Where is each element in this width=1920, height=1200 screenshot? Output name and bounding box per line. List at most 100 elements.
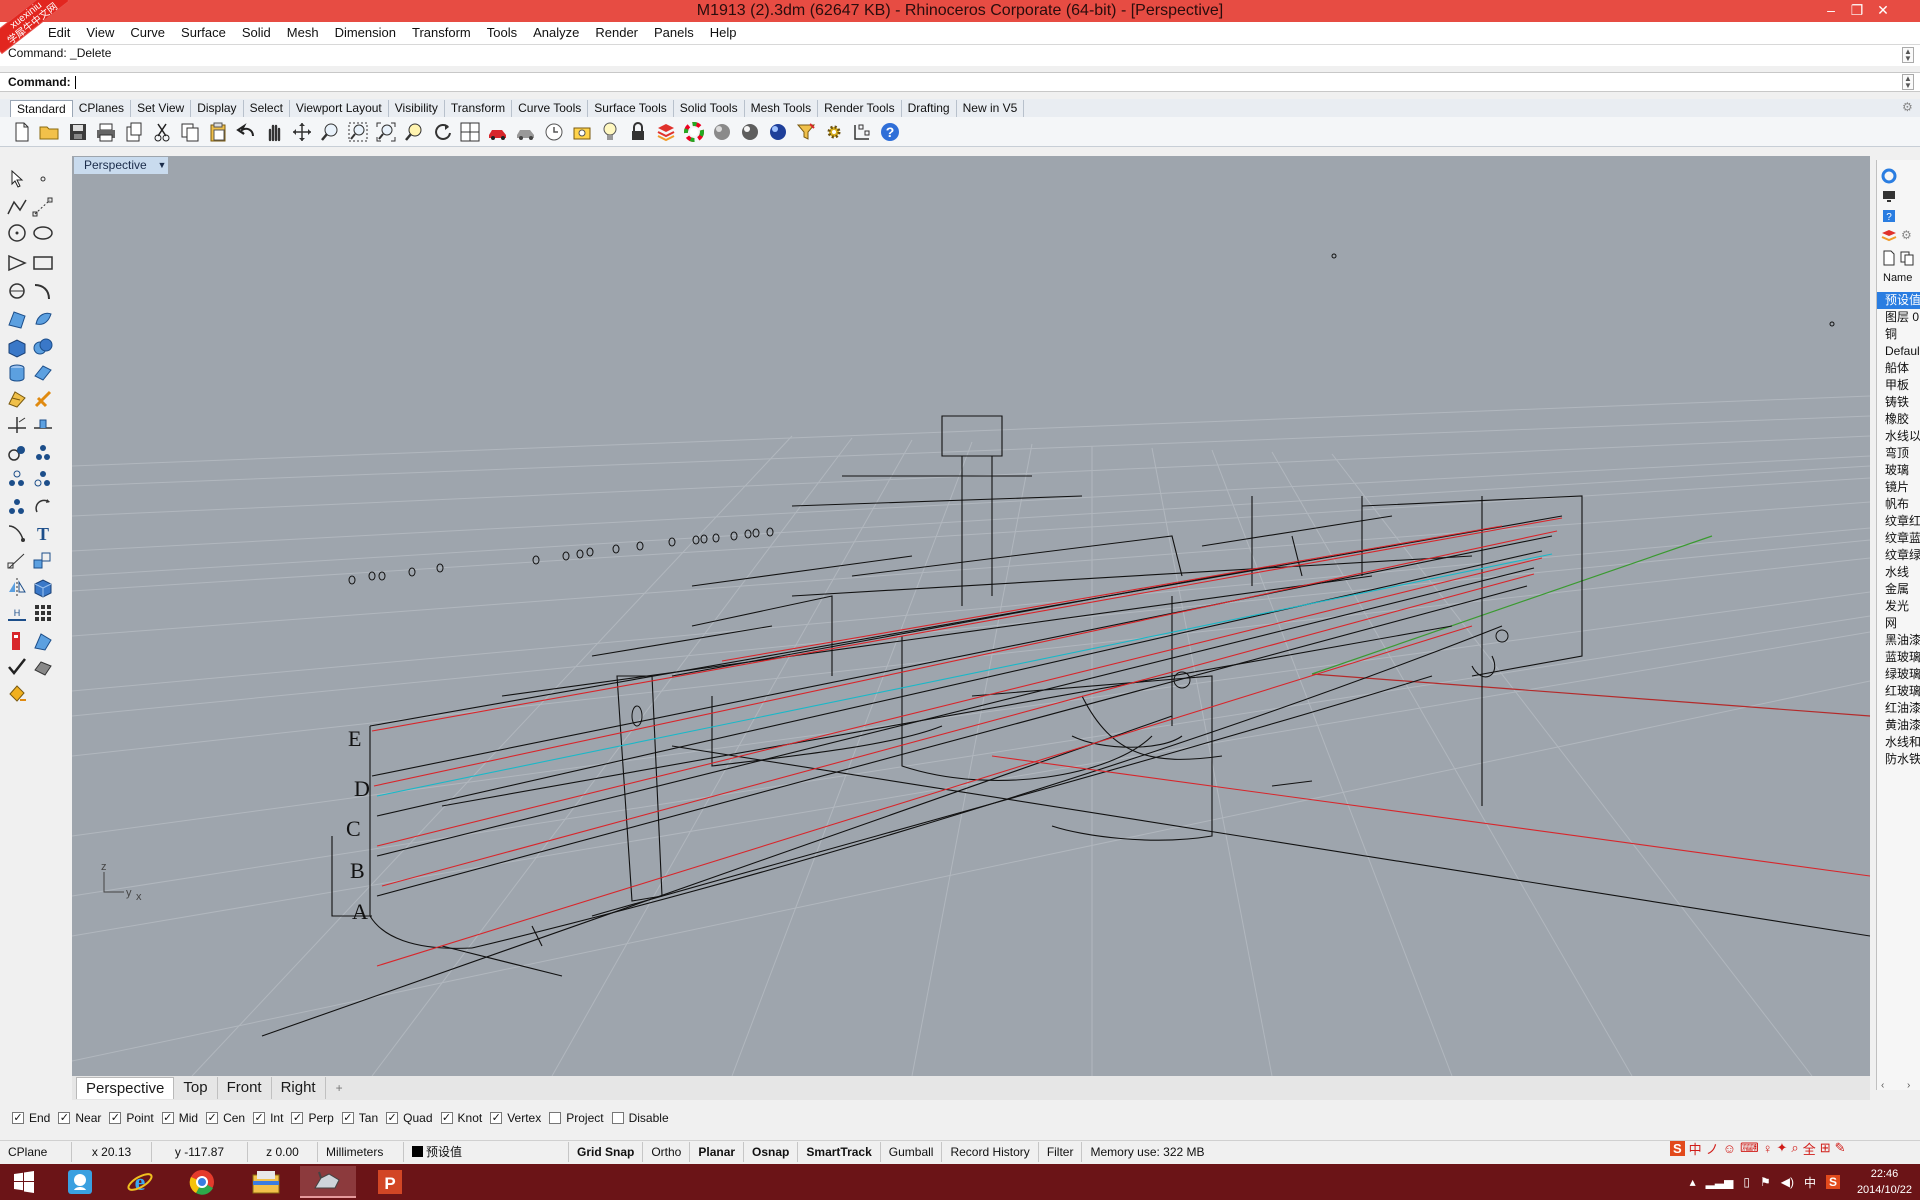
lock-icon[interactable]: [626, 120, 650, 144]
open-icon[interactable]: [38, 120, 62, 144]
layer-item[interactable]: 纹章蓝: [1877, 530, 1920, 547]
layer-item[interactable]: 船体: [1877, 360, 1920, 377]
layer-item[interactable]: 甲板: [1877, 377, 1920, 394]
checkbox[interactable]: ✓: [341, 1112, 354, 1124]
tab-mesh-tools[interactable]: Mesh Tools: [745, 100, 819, 117]
surface-edge-icon[interactable]: [32, 308, 54, 330]
layer-item[interactable]: 红玻璃: [1877, 683, 1920, 700]
hatch-icon[interactable]: H: [6, 602, 28, 624]
smarttrack-toggle[interactable]: SmartTrack: [798, 1141, 881, 1162]
arc-icon[interactable]: [32, 280, 54, 302]
car-icon[interactable]: [486, 120, 510, 144]
tab-solid-tools[interactable]: Solid Tools: [674, 100, 745, 117]
blue-sphere-icon[interactable]: [766, 120, 790, 144]
perspective-viewport[interactable]: E D C B A z y x: [72, 156, 1870, 1076]
cplane-indicator[interactable]: CPlane: [0, 1141, 72, 1162]
menu-mesh[interactable]: Mesh: [279, 22, 327, 44]
help-book-icon[interactable]: ?: [1881, 208, 1897, 224]
checkbox[interactable]: ✓: [58, 1112, 71, 1124]
viewport-canvas[interactable]: E D C B A z y x: [72, 156, 1870, 1076]
shaded-sphere-icon[interactable]: [710, 120, 734, 144]
cut-icon[interactable]: [150, 120, 174, 144]
tab-visibility[interactable]: Visibility: [389, 100, 445, 117]
checkbox[interactable]: ✓: [253, 1112, 266, 1124]
record-history-toggle[interactable]: Record History: [942, 1141, 1039, 1162]
group-icon[interactable]: [32, 442, 54, 464]
tray-chevron-icon[interactable]: ▴: [1690, 1175, 1696, 1189]
dimension-icon[interactable]: [850, 120, 874, 144]
layer-item[interactable]: 蓝玻璃: [1877, 649, 1920, 666]
osnap-cen[interactable]: ✓ Cen: [206, 1111, 245, 1125]
tab-display[interactable]: Display: [191, 100, 244, 117]
menu-dimension[interactable]: Dimension: [327, 22, 404, 44]
layer-item[interactable]: 水线以: [1877, 428, 1920, 445]
powerpoint-icon[interactable]: P: [362, 1166, 418, 1198]
layer-item[interactable]: 发光: [1877, 598, 1920, 615]
add-viewport-button[interactable]: +: [326, 1081, 353, 1095]
import-icon[interactable]: [122, 120, 146, 144]
menu-surface[interactable]: Surface: [173, 22, 234, 44]
array-icon[interactable]: [32, 550, 54, 572]
new-sublayer-icon[interactable]: [1899, 250, 1915, 266]
ime-user-icon[interactable]: ♀: [1763, 1141, 1773, 1156]
zebra-icon[interactable]: [32, 630, 54, 652]
sogou-tray-icon[interactable]: S: [1825, 1175, 1840, 1189]
select-arrow-icon[interactable]: [6, 168, 28, 190]
close-icon[interactable]: ✕: [1872, 0, 1894, 22]
mesh-icon[interactable]: [6, 388, 28, 410]
osnap-disable[interactable]: Disable: [611, 1111, 669, 1125]
point-icon[interactable]: [32, 168, 54, 190]
menu-solid[interactable]: Solid: [234, 22, 279, 44]
layer-stack-icon[interactable]: [1881, 228, 1897, 244]
menu-panels[interactable]: Panels: [646, 22, 702, 44]
filter-toggle[interactable]: Filter: [1039, 1141, 1083, 1162]
display-monitor-icon[interactable]: [1881, 188, 1897, 204]
layer-item[interactable]: 水线: [1877, 564, 1920, 581]
network-signal-icon[interactable]: ▂▃▅: [1706, 1175, 1734, 1189]
sogou-logo-icon[interactable]: S: [1670, 1140, 1685, 1156]
layer-item[interactable]: 纹章绿: [1877, 547, 1920, 564]
layer-item[interactable]: 网: [1877, 615, 1920, 632]
ime-punctuation-icon[interactable]: ノ: [1706, 1139, 1719, 1158]
layer-item[interactable]: 纹章红: [1877, 513, 1920, 530]
checkbox[interactable]: ✓: [206, 1112, 219, 1124]
checkbox[interactable]: [611, 1112, 624, 1124]
paste-icon[interactable]: [206, 120, 230, 144]
restore-icon[interactable]: ❐: [1846, 0, 1868, 22]
tab-standard[interactable]: Standard: [10, 100, 73, 117]
rendered-sphere-icon[interactable]: [738, 120, 762, 144]
ime-keyboard-icon[interactable]: ⌨: [1740, 1140, 1759, 1156]
layer-item[interactable]: 黑油漆: [1877, 632, 1920, 649]
rectangle-icon[interactable]: [32, 252, 54, 274]
panel-scroll-left-icon[interactable]: ‹: [1881, 1080, 1884, 1091]
checkbox[interactable]: ✓: [386, 1112, 399, 1124]
tab-viewport-layout[interactable]: Viewport Layout: [290, 100, 389, 117]
box-solid-2-icon[interactable]: [32, 576, 54, 598]
render-material-icon[interactable]: [32, 656, 54, 678]
color-wheel-icon[interactable]: [682, 120, 706, 144]
named-view-icon[interactable]: [514, 120, 538, 144]
menu-view[interactable]: View: [78, 22, 122, 44]
menu-curve[interactable]: Curve: [122, 22, 173, 44]
tab-select[interactable]: Select: [244, 100, 290, 117]
layer-item[interactable]: 铜: [1877, 326, 1920, 343]
layer-item[interactable]: 金属: [1877, 581, 1920, 598]
layer-item[interactable]: 弯顶: [1877, 445, 1920, 462]
tab-new-in-v5[interactable]: New in V5: [957, 100, 1025, 117]
tab-transform[interactable]: Transform: [445, 100, 513, 117]
filter-icon[interactable]: [794, 120, 818, 144]
mirror-icon[interactable]: [6, 576, 28, 598]
gumball-toggle[interactable]: Gumball: [881, 1141, 943, 1162]
power-icon[interactable]: ▯: [1743, 1175, 1750, 1189]
move-objects-icon[interactable]: [6, 468, 28, 490]
pan-hand-icon[interactable]: [262, 120, 286, 144]
explode-icon[interactable]: [32, 388, 54, 410]
options-gear-icon[interactable]: [822, 120, 846, 144]
menu-render[interactable]: Render: [587, 22, 646, 44]
points-on-icon[interactable]: [6, 496, 28, 518]
layer-item[interactable]: 预设值: [1877, 292, 1920, 309]
checkbox[interactable]: ✓: [490, 1112, 503, 1124]
checkbox[interactable]: [549, 1112, 562, 1124]
copy-icon[interactable]: [178, 120, 202, 144]
viewport-title[interactable]: Perspective: [74, 157, 158, 174]
